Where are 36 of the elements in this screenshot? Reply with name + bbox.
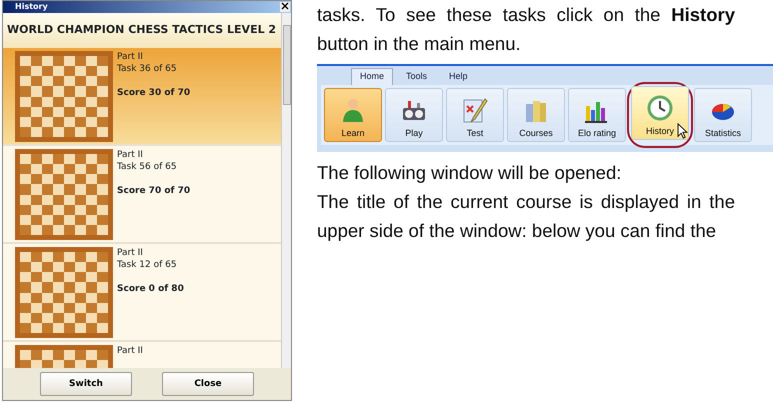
close-icon[interactable] [280,2,290,12]
paragraph: tasks. To see these tasks click on the History button in the main menu. [317,3,735,56]
mouse-cursor-icon [677,123,688,139]
scroll-thumb[interactable] [283,25,291,105]
history-entry[interactable]: Part II Task 12 of 65 Score 0 of 80 [3,244,281,342]
ribbon-button[interactable]: Statistics [694,88,752,142]
history-entry[interactable]: Part II Task 36 of 65 Score 30 of 70 [3,48,281,146]
part-label: Part II [117,345,143,357]
course-title: WORLD CHAMPION CHESS TACTICS LEVEL 2 [3,13,281,48]
score-label: Score 70 of 70 [117,185,190,197]
ribbon-tab[interactable]: Tools [397,68,436,85]
dialog-button[interactable]: Switch [40,372,132,396]
paragraph: The title of the current course is displayed in the upper side of the window: below you can find the [317,190,735,243]
paragraph: The following window will be opened: [317,161,622,185]
dialog-button[interactable]: Close [162,372,254,396]
part-label: Part II [117,247,144,259]
ribbon-button[interactable]: History [631,86,689,140]
pencil-icon [461,96,489,124]
ribbon-tab[interactable]: Help [440,68,477,85]
ribbon-button[interactable]: Elo rating [568,88,626,142]
scrollbar[interactable] [281,13,291,368]
ribbon-button[interactable]: Learn [324,88,382,142]
score-label: Score 0 of 80 [117,283,184,295]
task-label: Task 12 of 65 [117,259,178,271]
task-label: Task 36 of 65 [117,63,178,75]
part-label: Part II [117,51,144,63]
task-label: Task 56 of 65 [117,161,178,173]
history-entry[interactable]: Part II Task 56 of 65 Score 70 of 70 [3,146,281,244]
part-label: Part II [117,149,144,161]
clock-icon [646,94,674,122]
ribbon-button[interactable]: Test [446,88,504,142]
score-label: Score 30 of 70 [117,87,190,99]
ribbon-button[interactable]: Courses [507,88,565,142]
ribbon-button[interactable]: Play [385,88,443,142]
ribbon-tab[interactable]: Home [351,68,394,85]
window-title: History [3,1,291,13]
